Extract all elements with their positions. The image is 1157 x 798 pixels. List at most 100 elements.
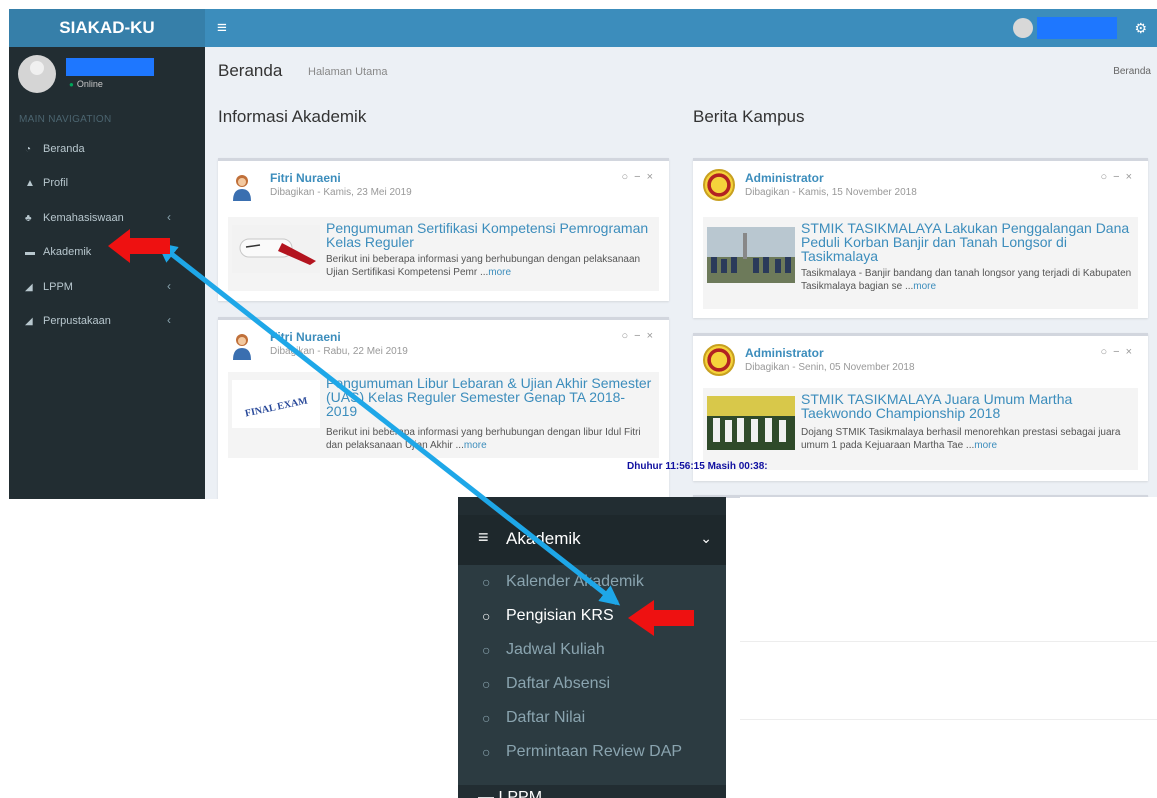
- submenu-item-label: Daftar Nilai: [506, 709, 586, 726]
- circle-icon: ○: [482, 744, 491, 760]
- online-status: Online: [69, 79, 103, 89]
- post-meta: Dibagikan - Rabu, 22 Mei 2019: [270, 346, 408, 357]
- news-excerpt: Tasikmalaya - Banjir bandang dan tanah l…: [801, 268, 1132, 292]
- section-heading-akademik: Informasi Akademik: [218, 107, 367, 126]
- female-user-icon: [233, 334, 251, 360]
- news-attachment[interactable]: STMIK TASIKMALAYA Juara Umum Martha Taek…: [703, 388, 1138, 470]
- campus-logo-icon: [703, 344, 735, 376]
- female-user-icon: [233, 175, 251, 201]
- news-card: Administrator Dibagikan - Senin, 05 Nove…: [693, 333, 1148, 481]
- section-heading-berita: Berita Kampus: [693, 107, 805, 126]
- sidebar-item-beranda[interactable]: ◔ Beranda: [9, 134, 205, 164]
- sidebar-item-label: Perpustakaan: [43, 315, 111, 327]
- post-excerpt: Berikut ini beberapa informasi yang berh…: [326, 427, 641, 451]
- submenu-item-permintaan-review-dap[interactable]: ○ Permintaan Review DAP: [458, 735, 726, 769]
- sidebar-item-akademik-expanded[interactable]: ≡ Akademik ⌄: [458, 515, 726, 565]
- top-navbar: ≡ ⚙: [205, 9, 1157, 47]
- list-icon: ≡: [478, 527, 489, 547]
- taekwondo-photo: [707, 396, 795, 450]
- background-panel: [740, 497, 1157, 798]
- more-link[interactable]: more: [464, 440, 487, 451]
- fundraising-photo: [707, 227, 795, 283]
- sidebar-item-perpustakaan[interactable]: ◢ Perpustakaan ‹: [9, 306, 205, 336]
- divider: [740, 641, 1157, 642]
- post-author[interactable]: Fitri Nuraeni: [270, 330, 341, 344]
- sidebar-item-label: Akademik: [43, 246, 92, 258]
- submenu-item-pengisian-krs[interactable]: ○ Pengisian KRS: [458, 599, 726, 633]
- annotated-screenshot: SIAKAD-KU ≡ ⚙ Online MAIN NAVIGATION ◔ B…: [0, 0, 1157, 798]
- post-headline[interactable]: Pengumuman Sertifikasi Kompetensi Pemrog…: [326, 221, 653, 249]
- more-link[interactable]: more: [974, 440, 997, 451]
- post-card: Fitri Nuraeni Dibagikan - Rabu, 22 Mei 2…: [218, 317, 669, 499]
- circle-icon: ○: [482, 676, 491, 692]
- submenu-item-label: Jadwal Kuliah: [506, 641, 605, 658]
- hamburger-icon[interactable]: ≡: [217, 18, 227, 38]
- siakad-app-window: SIAKAD-KU ≡ ⚙ Online MAIN NAVIGATION ◔ B…: [9, 9, 1157, 499]
- post-attachment[interactable]: Pengumuman Sertifikasi Kompetensi Pemrog…: [228, 217, 659, 291]
- breadcrumb[interactable]: Beranda: [1113, 66, 1151, 77]
- circle-icon: ○: [482, 642, 491, 658]
- prayer-time-ticker: Dhuhur 11:56:15 Masih 00:38:: [627, 461, 768, 472]
- post-author[interactable]: Administrator: [745, 171, 824, 185]
- submenu-item-label: Kalender Akademik: [506, 573, 644, 590]
- card-tools[interactable]: ○−×: [1101, 346, 1139, 358]
- user-panel: Online: [9, 47, 205, 103]
- chevron-left-icon: ‹: [167, 279, 171, 293]
- news-card: Administrator Dibagikan - Kamis, 15 Nove…: [693, 158, 1148, 318]
- news-excerpt: Dojang STMIK Tasikmalaya berhasil menore…: [801, 427, 1121, 451]
- app-logo[interactable]: SIAKAD-KU: [9, 9, 205, 47]
- submenu-item-daftar-absensi[interactable]: ○ Daftar Absensi: [458, 667, 726, 701]
- news-headline[interactable]: STMIK TASIKMALAYA Lakukan Penggalangan D…: [801, 221, 1132, 263]
- list-icon: ▬: [25, 246, 35, 258]
- sidebar-item-label: LPPM: [498, 789, 543, 798]
- submenu-item-jadwal-kuliah[interactable]: ○ Jadwal Kuliah: [458, 633, 726, 667]
- card-tools[interactable]: ○−×: [1101, 171, 1139, 183]
- more-link[interactable]: more: [913, 281, 936, 292]
- sidebar-item-label: LPPM: [43, 281, 73, 293]
- user-icon: ▲: [25, 177, 35, 189]
- redacted-username: [66, 58, 154, 76]
- sidebar-item-akademik[interactable]: ▬ Akademik ‹: [9, 237, 205, 267]
- book-icon: ◢: [25, 315, 33, 327]
- circle-icon: ○: [482, 710, 491, 726]
- sidebar-item-lppm[interactable]: ◢ LPPM ‹: [9, 272, 205, 302]
- post-headline[interactable]: Pengumuman Libur Lebaran & Ujian Akhir S…: [326, 376, 653, 418]
- certificate-thumbnail: [232, 225, 320, 273]
- divider: [740, 719, 1157, 720]
- post-author[interactable]: Administrator: [745, 346, 824, 360]
- user-avatar[interactable]: [1013, 18, 1033, 38]
- news-headline[interactable]: STMIK TASIKMALAYA Juara Umum Martha Taek…: [801, 392, 1132, 420]
- post-card: Fitri Nuraeni Dibagikan - Kamis, 23 Mei …: [218, 158, 669, 301]
- submenu-item-kalender-akademik[interactable]: ○ Kalender Akademik: [458, 565, 726, 599]
- akademik-submenu: ○ Kalender Akademik ○ Pengisian KRS ○ Ja…: [458, 565, 726, 785]
- users-icon: ♣: [25, 212, 32, 224]
- more-link[interactable]: more: [488, 267, 511, 278]
- sidebar-item-label: Beranda: [43, 143, 85, 155]
- submenu-item-label: Pengisian KRS: [506, 607, 614, 624]
- post-meta: Dibagikan - Kamis, 15 November 2018: [745, 187, 917, 198]
- chevron-left-icon: ‹: [167, 313, 171, 327]
- sidebar-item-label: Kemahasiswaan: [43, 212, 124, 224]
- chevron-left-icon: ‹: [167, 210, 171, 224]
- post-attachment[interactable]: FINAL EXAM Pengumuman Libur Lebaran & Uj…: [228, 372, 659, 458]
- submenu-item-daftar-nilai[interactable]: ○ Daftar Nilai: [458, 701, 726, 735]
- post-meta: Dibagikan - Senin, 05 November 2018: [745, 362, 915, 373]
- submenu-item-label: Permintaan Review DAP: [506, 743, 683, 760]
- submenu-item-label: Daftar Absensi: [506, 675, 611, 692]
- card-tools[interactable]: ○−×: [622, 330, 660, 342]
- redacted-username[interactable]: [1037, 17, 1117, 39]
- akademik-submenu-zoom: ≡ Akademik ⌄ ○ Kalender Akademik ○ Pengi…: [458, 497, 726, 798]
- card-tools[interactable]: ○−×: [622, 171, 660, 183]
- news-attachment[interactable]: STMIK TASIKMALAYA Lakukan Penggalangan D…: [703, 217, 1138, 309]
- sidebar-item-label: Akademik: [506, 529, 581, 548]
- sidebar-item-lppm[interactable]: ▬ LPPM: [478, 789, 542, 798]
- gears-icon[interactable]: ⚙: [1134, 18, 1147, 38]
- main-content: Beranda Halaman Utama Beranda Informasi …: [205, 47, 1157, 499]
- post-author[interactable]: Fitri Nuraeni: [270, 171, 341, 185]
- post-meta: Dibagikan - Kamis, 23 Mei 2019: [270, 187, 412, 198]
- dashboard-icon: ◔: [25, 143, 32, 155]
- page-subtitle: Halaman Utama: [308, 66, 388, 78]
- page-title: Beranda: [218, 61, 283, 80]
- sidebar-item-kemahasiswaan[interactable]: ♣ Kemahasiswaan ‹: [9, 203, 205, 233]
- sidebar-item-profil[interactable]: ▲ Profil: [9, 168, 205, 198]
